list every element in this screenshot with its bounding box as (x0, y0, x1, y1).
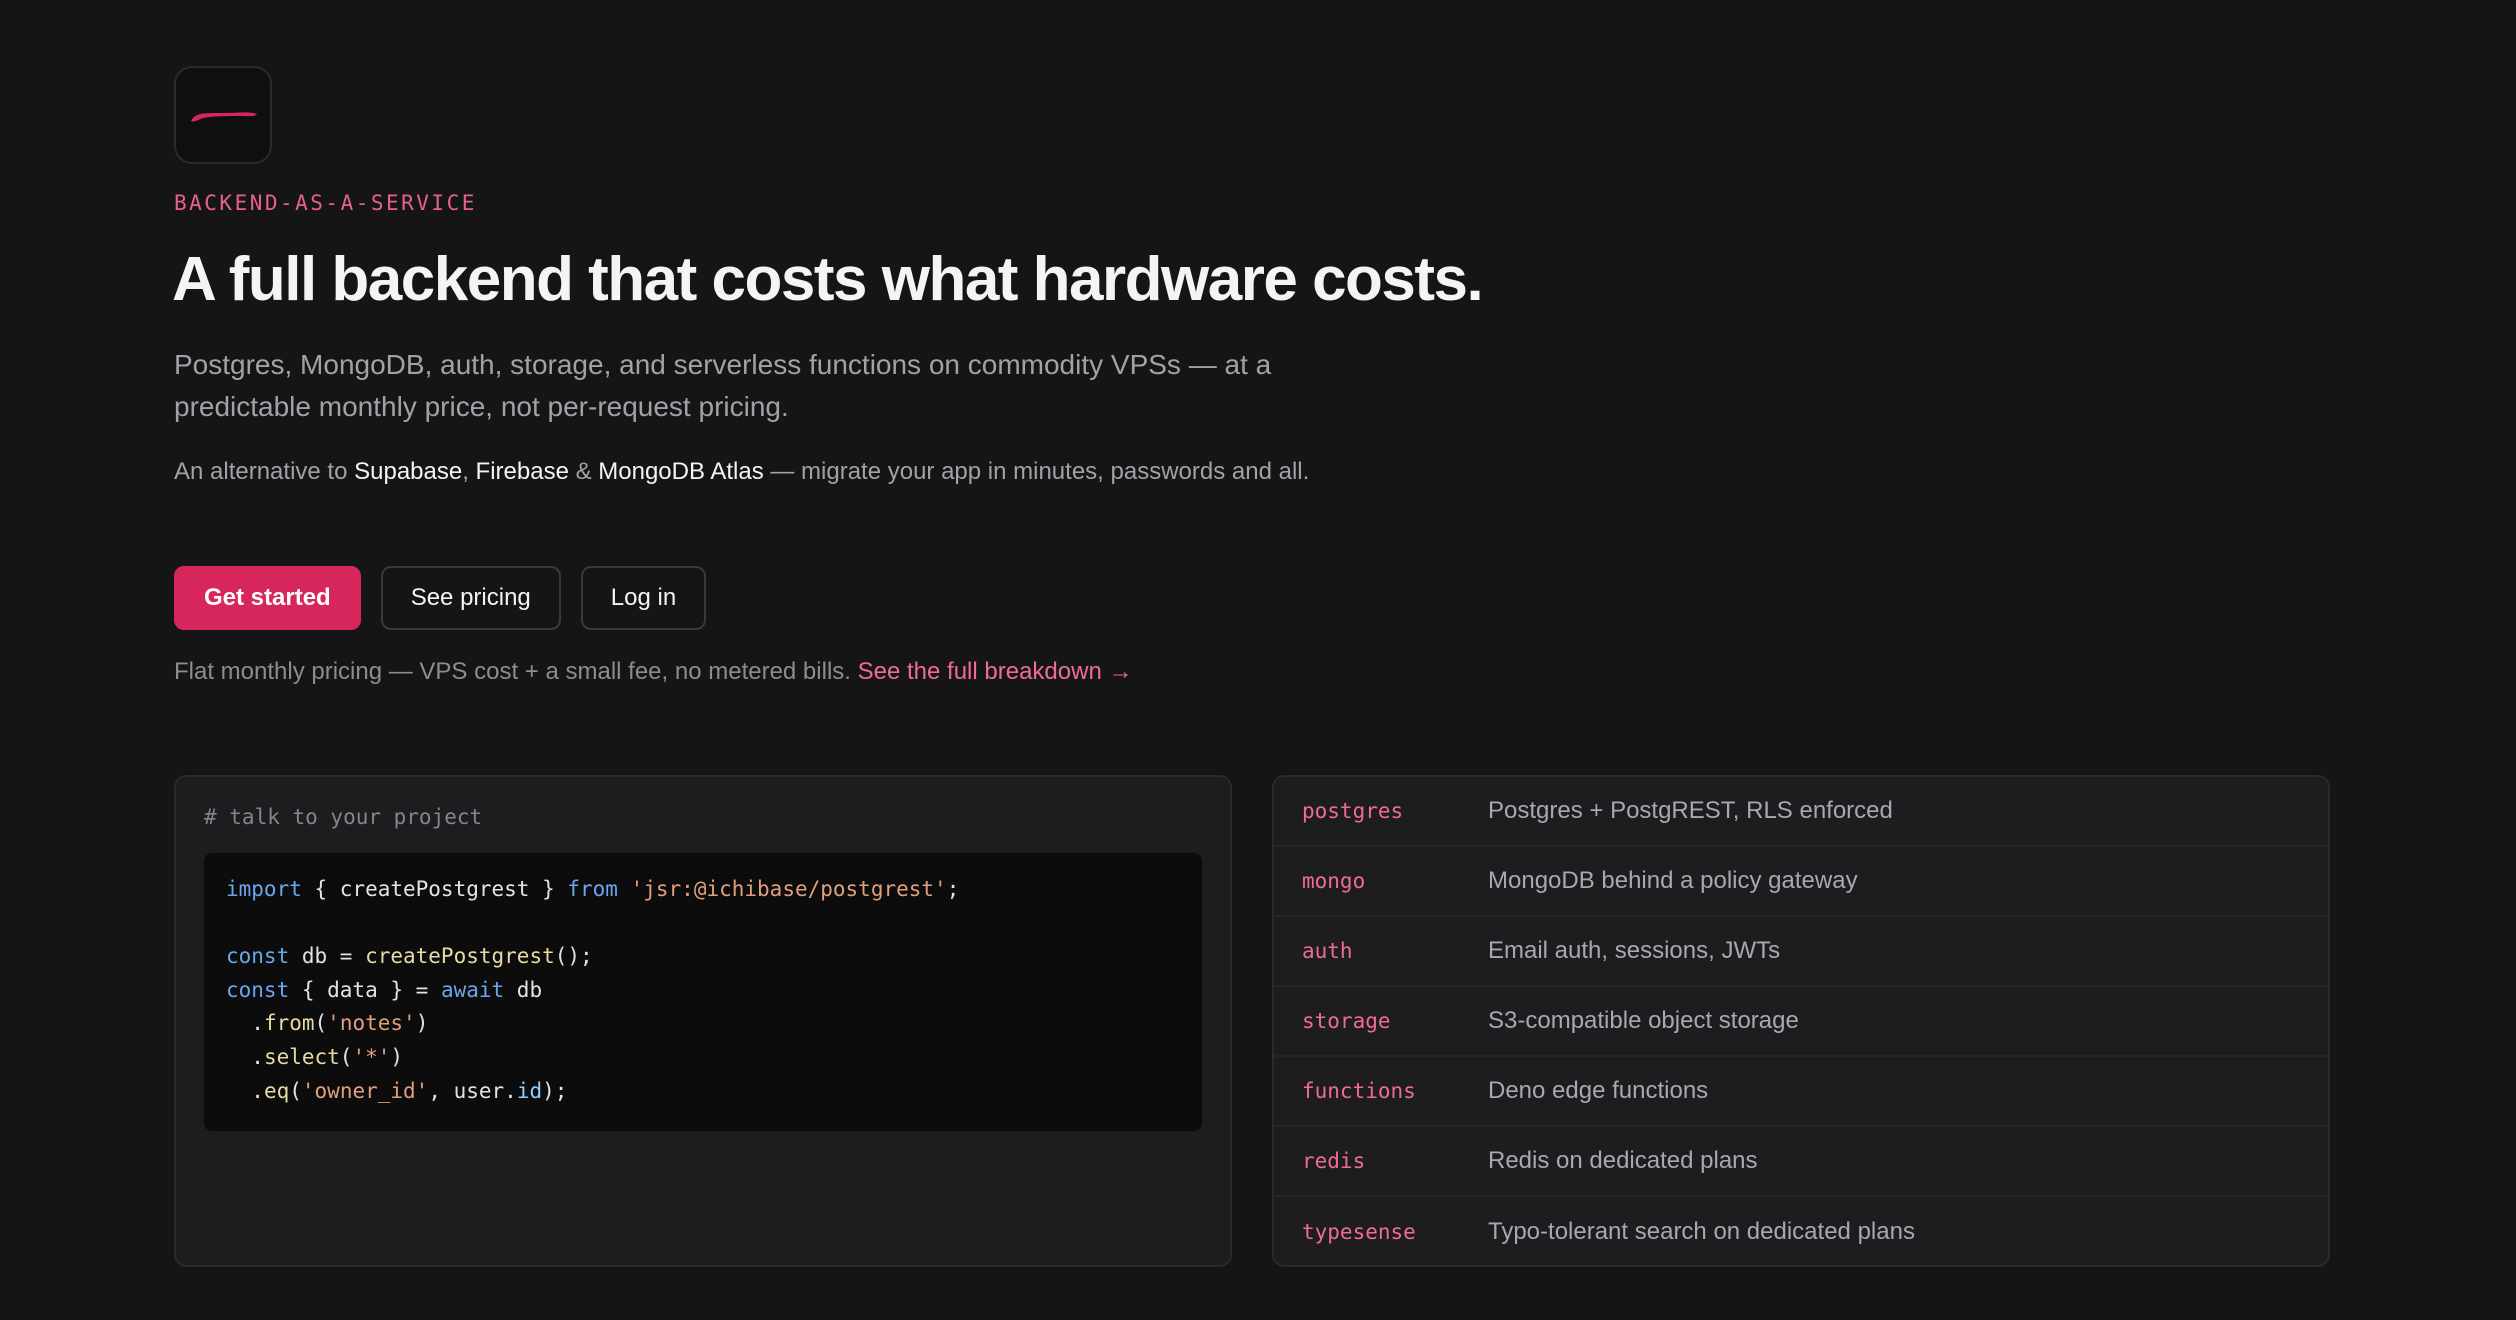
service-name: functions (1302, 1079, 1416, 1103)
code-token: . (226, 1044, 264, 1069)
code-token: ); (542, 1078, 568, 1103)
code-token: ) (415, 1011, 429, 1036)
code-token: from (263, 1011, 315, 1036)
code-token: { data } = (289, 977, 441, 1002)
code-token: eq (263, 1078, 290, 1103)
code-token: ( (289, 1078, 302, 1103)
code-token: . (226, 1011, 264, 1036)
code-token: const (226, 977, 290, 1002)
service-row-postgres: postgres Postgres + PostgREST, RLS enforc… (1274, 777, 2328, 847)
service-description: Deno edge functions (1488, 1077, 1709, 1104)
code-token: '*' (352, 1044, 391, 1069)
pricing-note-text: Flat monthly pricing — VPS cost + a smal… (174, 658, 858, 685)
pink-brushstroke-logo-icon (191, 112, 257, 122)
code-token: 'jsr:@ichibase/postgrest' (630, 877, 947, 901)
service-name: auth (1302, 939, 1353, 963)
code-token: (); (554, 944, 593, 969)
code-token: const (226, 944, 290, 969)
code-token: import (226, 877, 302, 901)
code-token: db = (289, 944, 366, 969)
alternatives-prefix: An alternative to (174, 458, 355, 485)
service-description: Email auth, sessions, JWTs (1488, 937, 1781, 964)
code-token: db (504, 977, 543, 1002)
code-token: ( (314, 1011, 328, 1036)
service-row-mongo: mongo MongoDB behind a policy gateway (1274, 847, 2328, 917)
code-token: 'notes' (327, 1011, 416, 1036)
mongodb-atlas-mention: MongoDB Atlas (598, 458, 764, 485)
service-description: S3-compatible object storage (1488, 1007, 1799, 1034)
service-name: typesense (1302, 1220, 1416, 1244)
code-token: , user. (428, 1078, 517, 1103)
firebase-mention: Firebase (475, 458, 569, 485)
code-token: from (567, 877, 618, 901)
hero-description: Postgres, MongoDB, auth, storage, and se… (174, 349, 1272, 422)
code-token: createPostgrest (365, 944, 555, 969)
eyebrow-label: BACKEND-AS-A-SERVICE (174, 191, 477, 215)
service-name: mongo (1302, 869, 1366, 893)
service-row-functions: functions Deno edge functions (1274, 1057, 2328, 1127)
service-row-typesense: typesense Typo-tolerant search on dedicat… (1274, 1197, 2328, 1265)
page-title: A full backend that costs what hardware … (172, 245, 1484, 314)
code-token: ( (339, 1044, 353, 1069)
alternatives-separator: , (462, 458, 476, 485)
code-token: await (440, 977, 505, 1002)
code-token: ) (390, 1044, 404, 1069)
log-in-button[interactable]: Log in (580, 566, 707, 630)
code-line: .select('*') (226, 1041, 1180, 1075)
code-comment: # talk to your project (204, 805, 483, 829)
service-description: Redis on dedicated plans (1488, 1147, 1758, 1174)
alternatives-text: An alternative to Supabase, Firebase & M… (174, 455, 1354, 489)
service-description: Postgres + PostgREST, RLS enforced (1488, 797, 1893, 824)
service-row-auth: auth Email auth, sessions, JWTs (1274, 917, 2328, 987)
service-description: Typo-tolerant search on dedicated plans (1488, 1218, 1915, 1245)
code-example-card: # talk to your project import { createPo… (174, 775, 1232, 1267)
code-line: const { data } = await db (226, 974, 1180, 1008)
service-row-redis: redis Redis on dedicated plans (1274, 1127, 2328, 1197)
code-token: . (226, 1078, 264, 1103)
code-token: { createPostgrest } (301, 877, 568, 901)
alternatives-suffix: — migrate your app in minutes, passwords… (763, 458, 1310, 485)
code-line: import { createPostgrest } from 'jsr:@ic… (226, 873, 1180, 907)
pricing-breakdown-link[interactable]: See the full breakdown → (858, 658, 1133, 685)
get-started-button[interactable]: Get started (174, 566, 361, 630)
see-pricing-button[interactable]: See pricing (380, 566, 561, 630)
supabase-mention: Supabase (354, 458, 463, 485)
service-name: postgres (1302, 799, 1404, 823)
brand-logo[interactable] (174, 66, 272, 164)
code-block: import { createPostgrest } from 'jsr:@ic… (204, 853, 1202, 1131)
service-description: MongoDB behind a policy gateway (1488, 867, 1858, 894)
hero-actions: Get started See pricing Log in (174, 566, 707, 630)
service-name: redis (1302, 1149, 1366, 1173)
code-line: .eq('owner_id', user.id); (226, 1075, 1180, 1109)
code-token: select (263, 1044, 340, 1069)
alternatives-separator: & (568, 458, 599, 485)
service-row-storage: storage S3-compatible object storage (1274, 987, 2328, 1057)
code-token: id (516, 1078, 543, 1103)
code-token: 'owner_id' (301, 1078, 429, 1103)
service-name: storage (1302, 1009, 1391, 1033)
services-list: postgres Postgres + PostgREST, RLS enforc… (1272, 775, 2330, 1267)
code-token: ; (946, 877, 960, 901)
pricing-note: Flat monthly pricing — VPS cost + a smal… (174, 658, 1132, 686)
code-line: .from('notes') (226, 1007, 1180, 1041)
code-line: const db = createPostgrest(); (226, 940, 1180, 974)
